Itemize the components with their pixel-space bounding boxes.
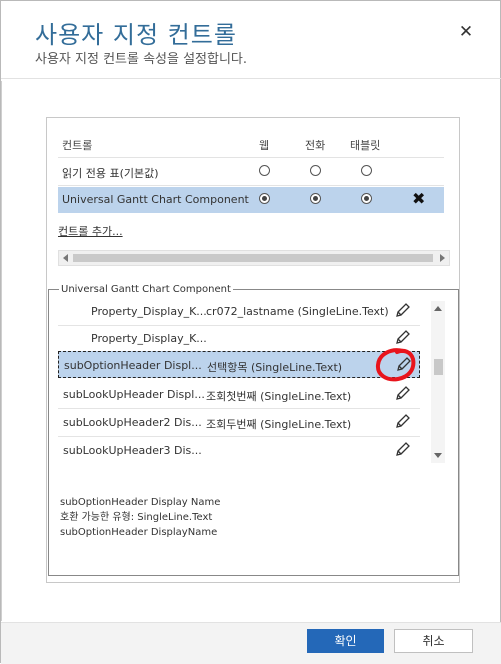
pencil-icon[interactable]: [393, 439, 413, 459]
radio-tablet-readonly[interactable]: [361, 165, 372, 176]
radio-web-gantt[interactable]: [259, 193, 270, 204]
properties-legend: Universal Gantt Chart Component: [61, 284, 231, 295]
property-name: subLookUpHeader2 Dis...: [63, 416, 202, 429]
controls-header-row: 컨트롤 웹 전화 태블릿: [58, 137, 444, 157]
scroll-right-icon[interactable]: [440, 254, 445, 262]
scrollbar-thumb[interactable]: [73, 254, 433, 262]
scrollbar-thumb[interactable]: [434, 359, 443, 375]
property-value: 선택항목 (SingleLine.Text): [207, 361, 343, 374]
left-edge-rule: [1, 81, 2, 621]
control-label: 읽기 전용 표(기본값): [62, 167, 159, 180]
property-name: Property_Display_K...: [91, 305, 207, 318]
radio-phone-gantt[interactable]: [310, 193, 321, 204]
vertical-scrollbar[interactable]: [431, 301, 445, 463]
close-icon[interactable]: ✕: [457, 23, 475, 41]
property-name: Property_Display_K...: [91, 332, 207, 345]
radio-web-readonly[interactable]: [259, 165, 270, 176]
scroll-left-icon[interactable]: [63, 254, 68, 262]
header-control: 컨트롤: [62, 139, 93, 152]
scroll-down-icon[interactable]: [434, 453, 442, 458]
add-control-link[interactable]: 컨트롤 추가...: [58, 223, 123, 239]
pencil-icon[interactable]: [393, 300, 413, 320]
pencil-icon[interactable]: [393, 327, 413, 347]
property-name: subOptionHeader Displ...: [64, 359, 202, 372]
red-highlight-circle: [375, 348, 416, 382]
row-divider: [58, 185, 444, 186]
control-label: Universal Gantt Chart Component: [62, 193, 249, 206]
pencil-icon[interactable]: [393, 411, 413, 431]
control-row-readonly-grid[interactable]: 읽기 전용 표(기본값): [58, 159, 444, 185]
property-name: subLookUpHeader Displ...: [63, 388, 205, 401]
custom-control-dialog: 사용자 지정 컨트롤 사용자 지정 컨트롤 속성을 설정합니다. ✕ 컨트롤 웹…: [0, 0, 501, 664]
header-phone: 전화: [305, 139, 326, 152]
description-line: subOptionHeader DisplayName: [60, 527, 218, 538]
ok-button[interactable]: 확인: [307, 629, 384, 653]
property-row[interactable]: subLookUpHeader3 Dis...: [58, 437, 420, 464]
property-row[interactable]: Property_Display_K...: [58, 325, 420, 352]
remove-control-icon[interactable]: ✖: [412, 189, 425, 208]
horizontal-scrollbar[interactable]: [58, 250, 450, 266]
pencil-icon[interactable]: [393, 383, 413, 403]
cancel-button[interactable]: 취소: [394, 629, 473, 653]
row-divider: [58, 157, 444, 158]
header-divider: [1, 78, 501, 79]
property-row[interactable]: Property_Display_K... cr072_lastname (Si…: [58, 298, 420, 325]
property-row[interactable]: subLookUpHeader2 Dis... 조회두번째 (SingleLin…: [58, 409, 420, 436]
property-value: 조회첫번째 (SingleLine.Text): [206, 390, 352, 403]
dialog-title: 사용자 지정 컨트롤: [35, 21, 237, 49]
radio-phone-readonly[interactable]: [310, 165, 321, 176]
property-description: subOptionHeader Display Name 호환 가능한 유형: …: [60, 495, 220, 540]
scroll-up-icon[interactable]: [434, 306, 442, 311]
header-web: 웹: [259, 139, 270, 152]
dialog-subtitle: 사용자 지정 컨트롤 속성을 설정합니다.: [35, 52, 248, 67]
radio-tablet-gantt[interactable]: [361, 193, 372, 204]
control-row-gantt[interactable]: Universal Gantt Chart Component ✖: [58, 187, 444, 213]
header-tablet: 태블릿: [350, 139, 381, 152]
property-name: subLookUpHeader3 Dis...: [63, 444, 202, 457]
property-row[interactable]: subLookUpHeader Displ... 조회첫번째 (SingleLi…: [58, 381, 420, 408]
property-value: cr072_lastname (SingleLine.Text): [206, 305, 389, 318]
description-line: 호환 가능한 유형: SingleLine.Text: [60, 512, 213, 523]
property-value: 조회두번째 (SingleLine.Text): [206, 418, 352, 431]
description-line: subOptionHeader Display Name: [60, 497, 221, 508]
property-row-selected[interactable]: subOptionHeader Displ... 선택항목 (SingleLin…: [58, 351, 420, 378]
